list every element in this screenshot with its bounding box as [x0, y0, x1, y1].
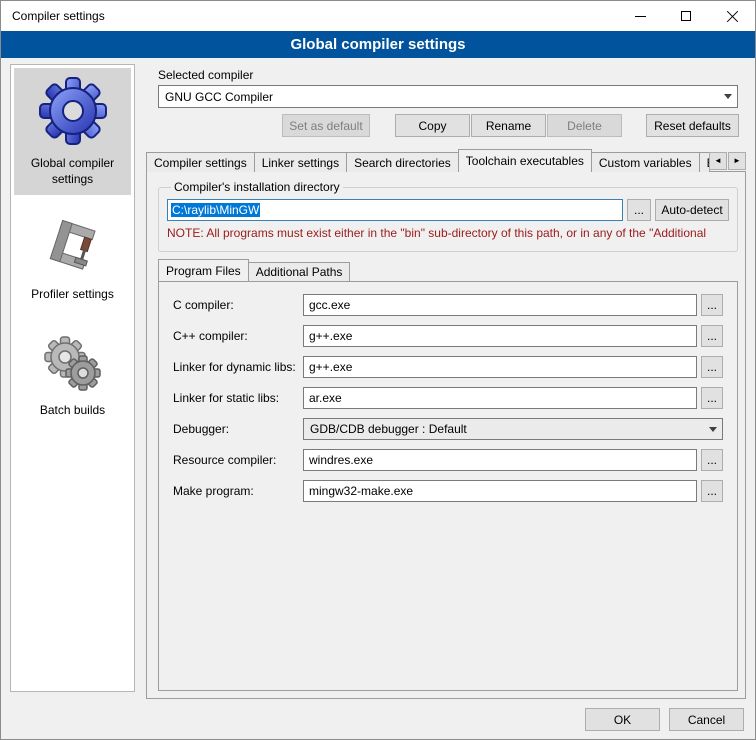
- program-files-panel: C compiler: ... C++ compiler: ... Linker…: [158, 281, 738, 691]
- copy-button[interactable]: Copy: [395, 114, 470, 137]
- selected-compiler-dropdown[interactable]: GNU GCC Compiler: [158, 85, 738, 108]
- c-compiler-browse-button[interactable]: ...: [701, 294, 723, 316]
- dynamic-linker-browse-button[interactable]: ...: [701, 356, 723, 378]
- tab-scroll-right-button[interactable]: ►: [728, 152, 746, 170]
- gray-gears-icon: [41, 331, 105, 395]
- install-dir-browse-button[interactable]: ...: [627, 199, 651, 221]
- ok-button[interactable]: OK: [585, 708, 660, 731]
- delete-button[interactable]: Delete: [547, 114, 622, 137]
- sidebar-item-global-compiler-settings[interactable]: Global compiler settings: [14, 68, 131, 195]
- cpp-compiler-browse-button[interactable]: ...: [701, 325, 723, 347]
- bin-subdirectory-note: NOTE: All programs must exist either in …: [167, 226, 729, 240]
- auto-detect-button[interactable]: Auto-detect: [655, 199, 729, 221]
- field-row-cpp-compiler: C++ compiler: ...: [173, 325, 723, 347]
- minimize-icon: [635, 16, 646, 17]
- rename-button[interactable]: Rename: [471, 114, 546, 137]
- debugger-value: GDB/CDB debugger : Default: [304, 422, 704, 436]
- make-program-label: Make program:: [173, 484, 303, 498]
- blue-gear-icon: [36, 74, 110, 148]
- tab-scroll-left-button[interactable]: ◄: [709, 152, 727, 170]
- sidebar-item-label: Batch builds: [40, 403, 105, 419]
- page-title: Global compiler settings: [1, 31, 755, 58]
- debugger-select[interactable]: GDB/CDB debugger : Default: [303, 418, 723, 440]
- cancel-button[interactable]: Cancel: [669, 708, 744, 731]
- sidebar-item-batch-builds[interactable]: Batch builds: [14, 325, 131, 427]
- close-button[interactable]: [709, 1, 755, 31]
- minimize-button[interactable]: [617, 1, 663, 31]
- tab-custom-variables[interactable]: Custom variables: [591, 152, 700, 172]
- window-title: Compiler settings: [12, 9, 105, 23]
- tab-additional-paths[interactable]: Additional Paths: [248, 262, 351, 281]
- c-compiler-label: C compiler:: [173, 298, 303, 312]
- tab-program-files[interactable]: Program Files: [158, 259, 249, 281]
- resource-compiler-browse-button[interactable]: ...: [701, 449, 723, 471]
- tab-scroll-controls: ◄ ►: [709, 152, 746, 170]
- c-compiler-input[interactable]: [303, 294, 697, 316]
- compiler-settings-dialog: Compiler settings Global compiler settin…: [0, 0, 756, 740]
- sidebar-item-label: Profiler settings: [31, 287, 114, 303]
- field-row-debugger: Debugger: GDB/CDB debugger : Default: [173, 418, 723, 440]
- field-row-make-program: Make program: ...: [173, 480, 723, 502]
- make-program-browse-button[interactable]: ...: [701, 480, 723, 502]
- resource-compiler-label: Resource compiler:: [173, 453, 303, 467]
- dynamic-linker-input[interactable]: [303, 356, 697, 378]
- settings-category-sidebar: Global compiler settings Profiler settin…: [10, 64, 135, 692]
- chevron-down-icon: [719, 86, 737, 107]
- set-as-default-button[interactable]: Set as default: [282, 114, 370, 137]
- titlebar: Compiler settings: [1, 1, 755, 31]
- selected-compiler-value: GNU GCC Compiler: [159, 90, 719, 104]
- install-dir-value: C:\raylib\MinGW: [171, 203, 260, 217]
- selected-compiler-label: Selected compiler: [158, 68, 253, 82]
- chevron-down-icon: [704, 419, 722, 439]
- debugger-label: Debugger:: [173, 422, 303, 436]
- close-icon: [726, 10, 739, 23]
- field-row-resource-compiler: Resource compiler: ...: [173, 449, 723, 471]
- cpp-compiler-input[interactable]: [303, 325, 697, 347]
- tab-search-directories[interactable]: Search directories: [346, 152, 459, 172]
- installation-directory-group: Compiler's installation directory C:\ray…: [158, 180, 738, 252]
- reset-defaults-button[interactable]: Reset defaults: [646, 114, 739, 137]
- static-linker-input[interactable]: [303, 387, 697, 409]
- cpp-compiler-label: C++ compiler:: [173, 329, 303, 343]
- tab-toolchain-executables[interactable]: Toolchain executables: [458, 149, 592, 172]
- field-row-static-linker: Linker for static libs: ...: [173, 387, 723, 409]
- dynamic-linker-label: Linker for dynamic libs:: [173, 360, 303, 374]
- program-files-tabstrip: Program Files Additional Paths: [158, 259, 349, 281]
- make-program-input[interactable]: [303, 480, 697, 502]
- static-linker-label: Linker for static libs:: [173, 391, 303, 405]
- install-dir-input[interactable]: C:\raylib\MinGW: [167, 199, 623, 221]
- field-row-c-compiler: C compiler: ...: [173, 294, 723, 316]
- settings-tabstrip: Compiler settings Linker settings Search…: [146, 149, 746, 172]
- tab-linker-settings[interactable]: Linker settings: [254, 152, 347, 172]
- sidebar-item-profiler-settings[interactable]: Profiler settings: [14, 209, 131, 311]
- compiler-actions: Set as default Copy Rename Delete Reset …: [146, 114, 746, 137]
- field-row-dynamic-linker: Linker for dynamic libs: ...: [173, 356, 723, 378]
- installation-directory-legend: Compiler's installation directory: [171, 180, 343, 194]
- sidebar-item-label: Global compiler settings: [16, 156, 129, 187]
- maximize-icon: [681, 11, 691, 21]
- window-controls: [617, 1, 755, 31]
- static-linker-browse-button[interactable]: ...: [701, 387, 723, 409]
- tab-compiler-settings[interactable]: Compiler settings: [146, 152, 255, 172]
- maximize-button[interactable]: [663, 1, 709, 31]
- resource-compiler-input[interactable]: [303, 449, 697, 471]
- clamp-tool-icon: [41, 215, 105, 279]
